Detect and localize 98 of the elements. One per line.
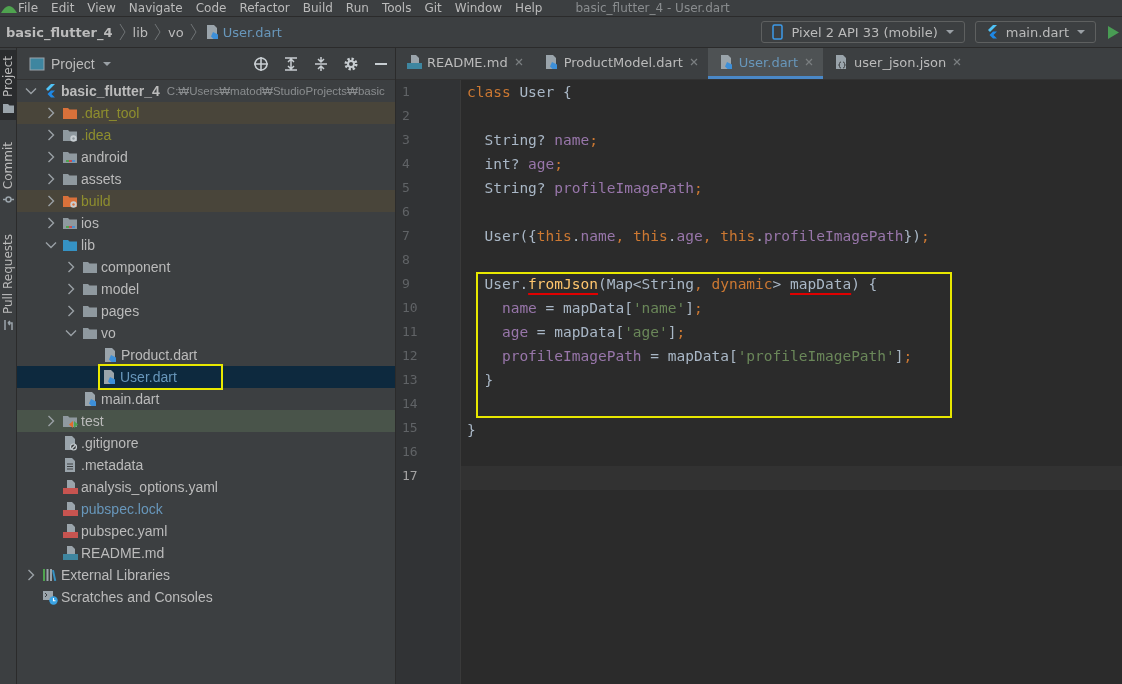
tree-item[interactable]: main.dart [101,391,160,407]
device-dropdown[interactable]: Pixel 2 API 33 (mobile) [760,21,965,43]
folder-icon [62,171,78,187]
folder-icon [62,149,78,165]
tree-item[interactable]: README.md [81,545,165,561]
code-line: age = mapData['age']; [500,324,686,340]
android-logo-icon [0,3,18,13]
menu-item[interactable]: Tools [381,1,412,15]
tool-window-tab[interactable]: Commit [0,136,16,213]
menu-item[interactable]: Git [424,1,442,15]
tree-item[interactable]: model [101,281,140,297]
dart-file-icon [101,369,117,385]
tree-item[interactable]: .idea [81,127,112,143]
tree-item[interactable]: .gitignore [81,435,139,451]
tree-item[interactable]: User.dart [120,369,177,385]
tree-item[interactable]: .metadata [81,457,144,473]
editor-tab[interactable]: README.md [396,48,533,79]
line-number: 17 [402,468,418,483]
folder-icon [1,101,15,115]
menu-item[interactable]: Navigate [128,1,183,15]
run-configuration-dropdown[interactable]: main.dart [974,21,1096,43]
folder-icon [82,281,98,297]
tool-window-tab[interactable]: Project [0,50,16,121]
menu-item[interactable]: Refactor [239,1,290,15]
code-line: String? name; [483,132,598,148]
collapse-all-icon[interactable] [313,55,329,72]
separator-icon [189,23,198,41]
tree-item[interactable]: ios [81,215,99,231]
text-file-icon [62,457,78,473]
folder-icon [62,237,78,253]
menu-item[interactable]: File [18,1,39,15]
editor-tab[interactable]: ProductModel.dart [532,48,708,79]
ignore-file-icon [62,435,78,451]
menu-item[interactable]: View [87,1,116,15]
tree-item[interactable]: basic_flutter_4 [61,83,160,99]
folder-icon [82,303,98,319]
folder-icon [62,105,78,121]
code-line: String? profileImagePath; [483,180,703,196]
tree-item[interactable]: test [81,413,104,429]
test-folder-icon [62,413,78,429]
folder-icon [62,215,78,231]
tree-item[interactable]: Product.dart [121,347,198,363]
run-icon[interactable] [1106,24,1122,40]
menu-item[interactable]: Build [302,1,333,15]
yaml-file-icon [62,523,78,539]
code-line: User.fromJson(Map<String, dynamic> mapData) { [483,276,878,292]
menu-item[interactable]: Window [454,1,503,15]
code-line: profileImagePath = mapData['profileImagePath']; [500,348,913,364]
settings-icon[interactable] [343,55,359,72]
pull-request-icon [1,318,15,332]
gear-folder-icon [62,193,78,209]
project-path: C:₩Users₩matod₩StudioProjects₩basic [166,85,385,97]
phone-icon [769,24,786,40]
breadcrumb-item[interactable]: User.dart [222,24,282,40]
menu-item[interactable]: Run [345,1,369,15]
folder-icon [82,325,98,341]
gear-folder-icon [62,127,78,143]
menu-item[interactable]: Edit [51,1,75,15]
separator-icon [118,23,127,41]
dart-file-icon [102,347,118,363]
yaml-file-icon [62,479,78,495]
tree-item[interactable]: External Libraries [61,567,170,583]
breadcrumb-item[interactable]: basic_flutter_4 [6,24,113,40]
md-file-icon [62,545,78,561]
tree-item[interactable]: lib [81,237,95,253]
code-line: class User { [467,84,572,100]
project-view-dropdown[interactable]: Project [29,55,113,72]
expand-all-icon[interactable] [283,55,299,72]
tree-item[interactable]: pubspec.yaml [81,523,168,539]
window-title: basic_flutter_4 - User.dart [575,1,730,15]
tree-item[interactable]: pubspec.lock [81,501,163,517]
md-file-icon [406,54,422,70]
editor-tab[interactable]: user_json.json [823,48,972,79]
tree-item[interactable]: analysis_options.yaml [81,479,218,495]
tree-item[interactable]: vo [101,325,116,341]
breadcrumb-item[interactable]: lib [132,24,149,40]
code-line: } [483,372,494,388]
code-line: User({this.name, this.age, this.profileImagePath}); [483,228,930,244]
code-line: int? age; [483,156,564,172]
libraries-icon [42,567,58,583]
code-line: } [467,422,476,438]
dart-file-icon [82,391,98,407]
code-line: name = mapData['name']; [500,300,703,316]
separator-icon [154,23,163,41]
menu-item[interactable]: Code [195,1,227,15]
tool-window-tab[interactable]: Pull Requests [0,228,16,338]
breadcrumb-item[interactable]: vo [168,24,184,40]
scratches-icon [42,589,58,605]
tree-item[interactable]: pages [101,303,140,319]
tree-item[interactable]: assets [81,171,122,187]
tree-item[interactable]: Scratches and Consoles [61,589,213,605]
menu-item[interactable]: Help [515,1,543,15]
panel-icon [29,55,45,72]
tree-item[interactable]: component [101,259,171,275]
locate-icon[interactable] [253,55,269,72]
tree-item[interactable]: android [81,149,128,165]
folder-icon [82,259,98,275]
yaml-file-icon [62,501,78,517]
